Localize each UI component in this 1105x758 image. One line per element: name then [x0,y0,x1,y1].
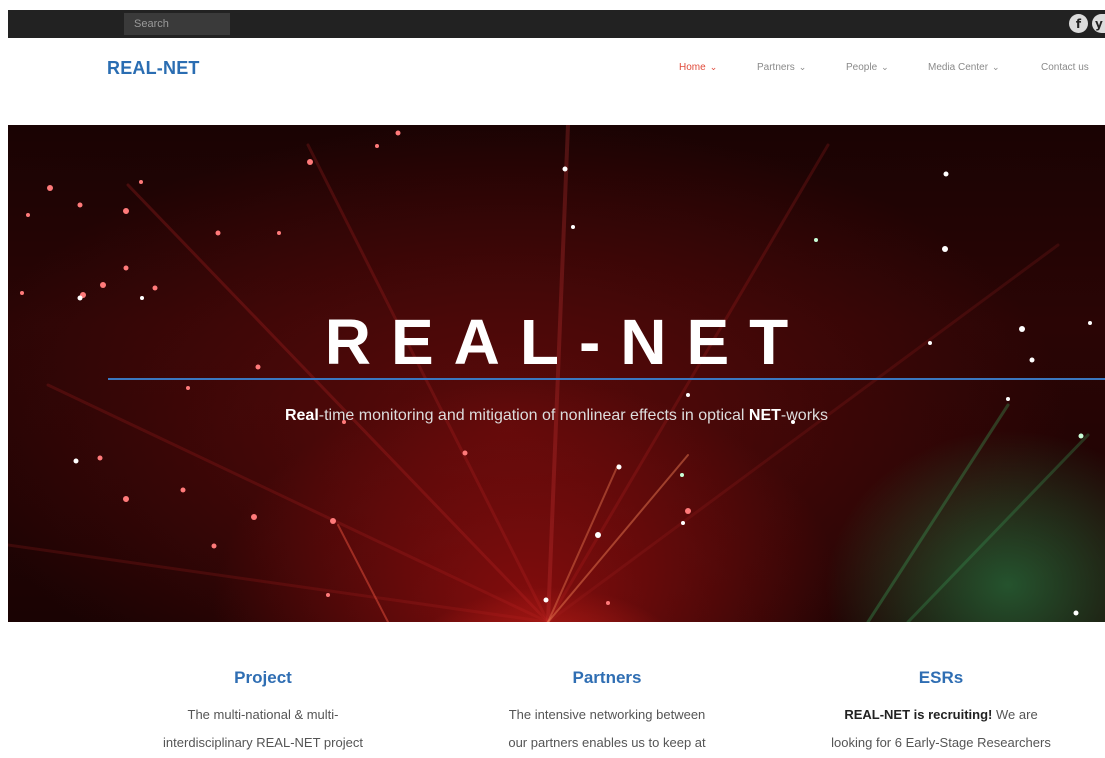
nav-item-label: Partners [757,62,795,73]
nav-item-label: Home [679,62,706,73]
nav-item-media-center[interactable]: Media Center ⌄ [928,62,1000,73]
nav-item-people[interactable]: People ⌄ [846,62,889,73]
project-heading[interactable]: Project [118,668,408,688]
twitter-icon[interactable]: y [1092,14,1105,33]
nav-item-home[interactable]: Home ⌄ [679,62,717,73]
esrs-heading[interactable]: ESRs [796,668,1086,688]
esrs-recruiting-label: REAL-NET is recruiting! [844,707,993,722]
project-text-line-1: The multi-national & multi- [187,707,339,722]
esrs-text: REAL-NET is recruiting! We are looking fo… [796,701,1086,757]
esrs-text-line-2: looking for 6 Early-Stage Researchers [831,735,1051,750]
facebook-icon[interactable]: f [1069,14,1088,33]
project-text-line-2: interdisciplinary REAL-NET project [163,735,363,750]
partners-heading[interactable]: Partners [462,668,752,688]
esrs-column: ESRs REAL-NET is recruiting! We are looki… [796,668,1086,757]
hero-subtitle-bold-real: Real [284,407,319,424]
project-column: Project The multi-national & multi-inter… [118,668,408,757]
chevron-down-icon: ⌄ [798,62,807,72]
partners-text: The intensive networking between our part… [462,701,752,757]
search-input[interactable] [124,13,230,35]
hero-subtitle-bold-net: NET [748,407,781,424]
hero-banner: REAL-NET Real-time monitoring and mitiga… [8,125,1105,622]
nav-item-label: People [846,62,878,73]
main-nav: Home ⌄ Partners ⌄ People ⌄ Media Center ⌄ Co… [0,62,1105,78]
chevron-down-icon: ⌄ [881,62,889,72]
hero-subtitle-end: -works [780,407,829,424]
nav-item-contact-us[interactable]: Contact us [1041,62,1089,73]
nav-item-label: Contact us [1041,62,1089,73]
partners-column: Partners The intensive networking betwee… [462,668,752,757]
hero-subtitle-text: -time monitoring and mitigation of nonli… [318,407,749,424]
chevron-down-icon: ⌄ [709,62,718,72]
project-text: The multi-national & multi-interdiscipli… [118,701,408,757]
nav-item-label: Media Center [928,62,989,73]
hero-divider [108,378,1105,380]
hero-title: REAL-NET [324,306,809,378]
nav-item-partners[interactable]: Partners ⌄ [757,62,806,73]
partners-text-line-2: our partners enables us to keep at [508,735,706,750]
chevron-down-icon: ⌄ [992,62,1000,72]
partners-text-line-1: The intensive networking between [508,707,706,722]
esrs-text-line-1: We are [992,707,1038,722]
hero-subtitle: Real-time monitoring and mitigation of n… [8,407,1105,425]
top-bar: f y [8,10,1105,38]
